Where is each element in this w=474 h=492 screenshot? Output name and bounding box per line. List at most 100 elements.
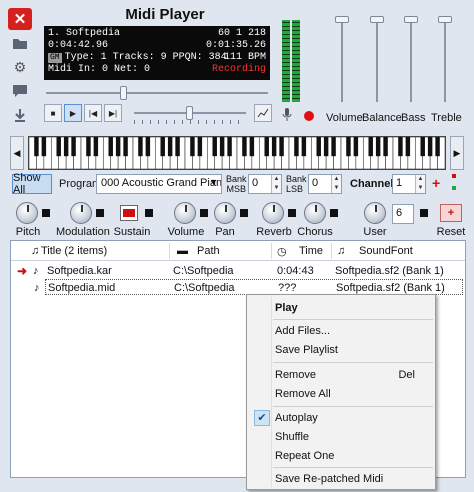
sustain-toggle[interactable]	[145, 209, 153, 217]
black-key[interactable]	[279, 137, 284, 157]
black-key[interactable]	[346, 137, 351, 157]
black-key[interactable]	[63, 137, 69, 157]
reverb-toggle[interactable]	[288, 209, 296, 217]
next-button[interactable]: ▶|	[104, 104, 122, 122]
position-slider-track[interactable]	[46, 92, 268, 94]
user-cc-field[interactable]: 6	[392, 204, 414, 224]
volume-slider-thumb[interactable]	[335, 16, 349, 23]
black-key[interactable]	[368, 137, 373, 157]
black-key[interactable]	[227, 137, 232, 157]
treble-slider-thumb[interactable]	[438, 16, 452, 23]
program-select[interactable]: 000 Acoustic Grand Piano ▼	[96, 174, 222, 194]
black-key[interactable]	[175, 137, 180, 157]
chorus-toggle[interactable]	[330, 209, 338, 217]
menu-item-remove[interactable]: Remove Del	[247, 366, 435, 384]
black-key[interactable]	[331, 137, 336, 157]
menu-item-remove-all[interactable]: Remove All	[247, 385, 435, 403]
table-row[interactable]: ➜ ♪ Softpedia.kar C:\Softpedia 0:04:43 S…	[11, 263, 465, 279]
black-key[interactable]	[115, 137, 121, 157]
spin-arrows-icon[interactable]: ▲ ▼	[271, 175, 281, 193]
black-key[interactable]	[219, 137, 225, 157]
menu-item-add-files[interactable]: Add Files...	[247, 322, 435, 340]
gear-icon[interactable]: ⚙	[8, 56, 32, 78]
black-key[interactable]	[301, 137, 307, 157]
black-key[interactable]	[427, 137, 433, 157]
black-key[interactable]	[294, 137, 299, 157]
keyboard-scroll-left[interactable]: ◀	[10, 136, 24, 170]
reset-icon[interactable]: +	[440, 204, 462, 222]
black-key[interactable]	[93, 137, 99, 157]
black-key[interactable]	[271, 137, 277, 157]
add-channel-icon[interactable]: +	[432, 175, 440, 191]
bass-slider-track[interactable]	[410, 20, 412, 102]
black-key[interactable]	[264, 137, 269, 157]
column-title[interactable]: Title (2 items)	[41, 245, 107, 257]
menu-item-save-playlist[interactable]: Save Playlist	[247, 341, 435, 359]
black-key[interactable]	[56, 137, 61, 157]
modulation-knob[interactable]	[70, 202, 92, 224]
column-soundfont[interactable]: SoundFont	[359, 245, 413, 257]
sustain-pedal-icon[interactable]	[120, 205, 138, 221]
graph-button[interactable]	[254, 104, 272, 122]
menu-item-shuffle[interactable]: Shuffle	[247, 428, 435, 446]
bank-msb-field[interactable]: 0 ▲ ▼	[248, 174, 282, 194]
black-key[interactable]	[420, 137, 425, 157]
keyboard-scroll-right[interactable]: ▶	[450, 136, 464, 170]
black-key[interactable]	[197, 137, 203, 157]
close-icon[interactable]: ✕	[8, 8, 32, 30]
spin-arrows-icon[interactable]: ▲ ▼	[331, 175, 341, 193]
chorus-knob[interactable]	[304, 202, 326, 224]
play-button[interactable]: ▶	[64, 104, 82, 122]
black-key[interactable]	[212, 137, 217, 157]
black-key[interactable]	[249, 137, 255, 157]
volume-toggle[interactable]	[200, 209, 208, 217]
pan-knob[interactable]	[214, 202, 236, 224]
menu-item-save-repatched-midi[interactable]: Save Re-patched Midi	[247, 470, 435, 488]
user-toggle[interactable]	[420, 209, 428, 217]
black-key[interactable]	[405, 137, 411, 157]
black-key[interactable]	[375, 137, 381, 157]
black-key[interactable]	[34, 137, 39, 157]
spin-arrows-icon[interactable]: ▲ ▼	[415, 175, 425, 193]
user-knob[interactable]	[364, 202, 386, 224]
black-key[interactable]	[145, 137, 151, 157]
pan-toggle[interactable]	[240, 209, 248, 217]
position-slider-thumb[interactable]	[120, 86, 127, 100]
black-key[interactable]	[383, 137, 388, 157]
balance-slider-thumb[interactable]	[370, 16, 384, 23]
black-key[interactable]	[71, 137, 76, 157]
black-key[interactable]	[316, 137, 321, 157]
column-time[interactable]: Time	[299, 245, 323, 257]
black-key[interactable]	[41, 137, 47, 157]
black-key[interactable]	[160, 137, 165, 157]
volume-knob[interactable]	[174, 202, 196, 224]
black-key[interactable]	[167, 137, 173, 157]
black-key[interactable]	[242, 137, 247, 157]
black-key[interactable]	[86, 137, 91, 157]
black-key[interactable]	[123, 137, 128, 157]
treble-slider-track[interactable]	[444, 20, 446, 102]
balance-slider-track[interactable]	[376, 20, 378, 102]
black-key[interactable]	[108, 137, 113, 157]
column-path[interactable]: Path	[197, 245, 220, 257]
black-key[interactable]	[138, 137, 143, 157]
bass-slider-thumb[interactable]	[404, 16, 418, 23]
menu-item-play[interactable]: Play	[247, 299, 435, 317]
show-all-button[interactable]: Show All	[12, 172, 52, 196]
folder-icon[interactable]	[8, 32, 32, 54]
black-key[interactable]	[353, 137, 359, 157]
tempo-slider-thumb[interactable]	[186, 106, 193, 120]
menu-item-autoplay[interactable]: ✔ Autoplay	[247, 409, 435, 427]
pitch-toggle[interactable]	[42, 209, 50, 217]
black-key[interactable]	[398, 137, 403, 157]
volume-slider-track[interactable]	[341, 20, 343, 102]
reverb-knob[interactable]	[262, 202, 284, 224]
microphone-icon[interactable]	[282, 108, 292, 122]
black-key[interactable]	[323, 137, 329, 157]
pitch-knob[interactable]	[16, 202, 38, 224]
previous-button[interactable]: |◀	[84, 104, 102, 122]
bank-lsb-field[interactable]: 0 ▲ ▼	[308, 174, 342, 194]
stop-button[interactable]: ■	[44, 104, 62, 122]
channel-field[interactable]: 1 ▲ ▼	[392, 174, 426, 194]
black-key[interactable]	[190, 137, 195, 157]
